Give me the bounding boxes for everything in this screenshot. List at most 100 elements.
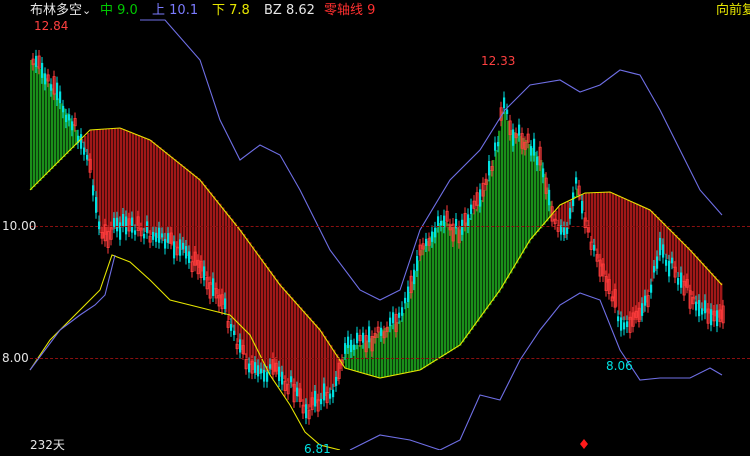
band-fill-bar [612,192,615,299]
band-fill-bar [510,130,513,274]
signal-marker [580,439,588,449]
lower-band-line [29,254,341,451]
candle-body [662,244,665,258]
candle-body [593,244,596,251]
low-label-recent: 8.06 [606,359,633,373]
candle-body [479,189,482,207]
candle-body [404,297,407,304]
band-fill-bar [477,204,480,322]
candle-body [581,200,584,214]
candle-body [677,278,680,285]
candle-body [266,372,269,382]
candle-body [62,105,65,113]
band-fill-bar [429,236,432,365]
candle-body [368,326,371,343]
candle-body [389,317,392,327]
candle-body [680,272,683,288]
band-fill-bar [216,200,219,294]
band-fill-bar [420,250,423,370]
band-fill-bar [237,226,240,343]
candle-body [278,366,281,381]
band-fill-bar [42,73,45,178]
candle-body [407,286,410,302]
bz-label: BZ [264,3,282,18]
candle-body [569,207,572,219]
band-fill-bar [219,203,222,299]
band-fill-bar [264,263,267,372]
band-fill-bar [480,200,483,318]
band-fill-bar [447,223,450,354]
candle-body [530,146,533,156]
candle-body [716,310,719,327]
band-fill-bar [261,258,264,373]
band-fill-bar [294,300,297,392]
upper-legend: 上 10.1 [152,3,198,19]
candle-body [401,307,404,316]
band-fill-bar [30,60,33,190]
band-fill-bar [591,192,594,243]
band-fill-bar [465,222,468,339]
mid-value: 9.0 [117,3,138,18]
chevron-down-icon[interactable]: ⌄ [82,3,91,19]
band-fill-bar [165,152,168,243]
band-fill-bar [270,271,273,370]
candle-body [332,389,335,398]
candle-body [83,147,86,155]
candle-body [380,327,383,336]
band-fill-bar [108,128,111,232]
band-fill-bar [51,88,54,169]
candle-body [425,238,428,247]
band-fill-bar [210,192,213,285]
band-fill-bar [438,223,441,359]
candle-body [248,363,251,373]
candle-body [398,312,401,318]
band-fill-bar [285,290,288,382]
candle-body [641,303,644,316]
band-fill-bar [234,222,237,335]
lower-value: 7.8 [229,3,250,18]
candle-body [329,393,332,399]
candle-body [431,231,434,242]
band-fill-bar [402,313,405,374]
candle-body [41,62,44,78]
candle-body [281,371,284,385]
candle-body [260,368,263,374]
chart-canvas[interactable] [0,0,750,451]
candle-body [494,142,497,151]
candle-body [320,398,323,405]
indicator-name[interactable]: 布林多空 [30,3,82,19]
band-fill-bar [519,136,522,259]
candle-body [257,365,260,377]
band-fill-bar [33,63,36,187]
candle-body [116,217,119,232]
candle-body [623,322,626,330]
band-fill-bar [330,345,333,390]
candle-body [656,256,659,269]
candle-body [650,284,653,293]
candle-body [671,257,674,264]
candle-body [122,213,125,227]
band-fill-bar [678,238,681,277]
band-fill-bar [54,93,57,166]
band-fill-bar [309,317,312,408]
candle-body [344,343,347,354]
adjust-mode-button[interactable]: 向前复 [716,3,750,19]
candle-body [119,222,122,240]
band-fill-bar [45,78,48,175]
candle-body [254,362,257,373]
band-fill-bar [468,218,471,334]
mid-legend: 中 9.0 [100,3,138,19]
candle-body [626,321,629,328]
band-fill-bar [57,98,60,163]
band-fill-bar [48,83,51,172]
candle-body [335,376,338,386]
bz-legend: BZ 8.62 [264,3,315,19]
band-fill-bar [144,137,147,232]
band-fill-bar [267,267,270,371]
band-fill-bar [471,213,474,330]
candle-body [56,82,59,101]
candle-body [182,242,185,250]
candle-body [35,55,38,67]
band-fill-bar [129,131,132,226]
bollinger-chart[interactable]: 布林多空 ⌄ 中 9.0 上 10.1 下 7.8 BZ 8.62 零轴线 9 … [0,0,750,456]
